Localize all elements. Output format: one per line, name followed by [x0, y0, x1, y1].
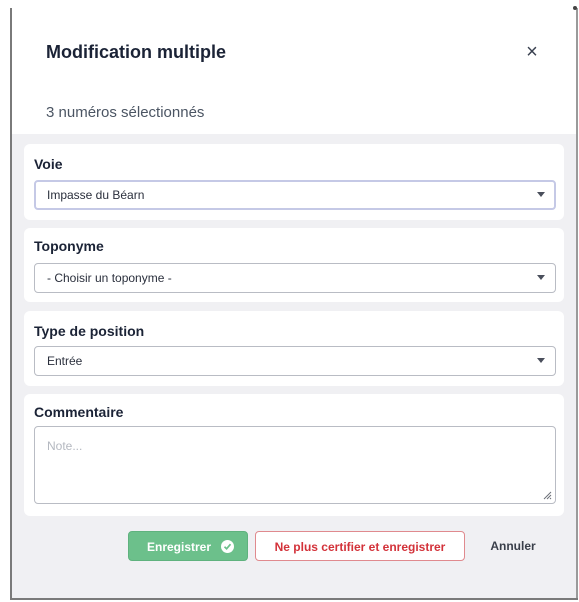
- commentaire-label: Commentaire: [34, 404, 124, 420]
- cancel-button-label: Annuler: [490, 539, 536, 553]
- chevron-down-icon: [537, 192, 545, 197]
- selected-count-text: 3 numéros sélectionnés: [46, 104, 205, 121]
- type-position-select-value: Entrée: [47, 354, 83, 368]
- commentaire-card: Commentaire Note...: [24, 394, 564, 516]
- save-button[interactable]: Enregistrer: [128, 531, 248, 561]
- cancel-button[interactable]: Annuler: [478, 531, 548, 561]
- commentaire-textarea[interactable]: Note...: [34, 426, 556, 504]
- commentaire-placeholder: Note...: [47, 439, 83, 453]
- save-button-label: Enregistrer: [147, 540, 212, 554]
- window-frame-bottom: [10, 598, 578, 600]
- chevron-down-icon: [537, 275, 545, 280]
- type-position-card: Type de position Entrée: [24, 311, 564, 386]
- modal-header: Modification multiple × 3 numéros sélect…: [12, 10, 576, 134]
- close-icon[interactable]: ×: [520, 40, 544, 64]
- toponyme-label: Toponyme: [34, 238, 104, 254]
- toponyme-select[interactable]: - Choisir un toponyme -: [34, 263, 556, 293]
- chevron-down-icon: [537, 358, 545, 363]
- voie-label: Voie: [34, 156, 63, 172]
- voie-select[interactable]: Impasse du Béarn: [34, 180, 556, 210]
- voie-card: Voie Impasse du Béarn: [24, 144, 564, 220]
- type-position-select[interactable]: Entrée: [34, 346, 556, 376]
- bulk-edit-modal: Modification multiple × 3 numéros sélect…: [12, 10, 576, 598]
- window-frame-right: [576, 8, 578, 600]
- type-position-label: Type de position: [34, 323, 145, 339]
- voie-select-value: Impasse du Béarn: [47, 188, 145, 202]
- modal-title: Modification multiple: [46, 42, 226, 62]
- toponyme-select-value: - Choisir un toponyme -: [47, 271, 172, 285]
- check-circle-icon: [221, 540, 234, 553]
- resize-handle-icon[interactable]: [542, 490, 552, 500]
- decertify-and-save-label: Ne plus certifier et enregistrer: [274, 540, 446, 554]
- modal-body: Voie Impasse du Béarn Toponyme - Choisir…: [12, 134, 576, 598]
- toponyme-card: Toponyme - Choisir un toponyme -: [24, 228, 564, 302]
- decertify-and-save-button[interactable]: Ne plus certifier et enregistrer: [255, 531, 465, 561]
